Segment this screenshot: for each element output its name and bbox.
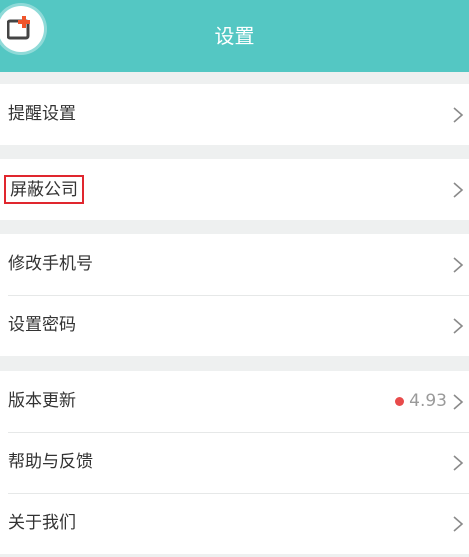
settings-item-label: 设置密码 bbox=[8, 315, 76, 335]
settings-item-block-company[interactable]: 屏蔽公司 bbox=[0, 159, 469, 220]
chevron-right-icon bbox=[453, 107, 464, 123]
settings-item-label: 屏蔽公司 bbox=[4, 175, 84, 204]
settings-item-help-feedback[interactable]: 帮助与反馈 bbox=[0, 432, 469, 493]
chevron-right-icon bbox=[453, 257, 464, 273]
version-number: 4.93 bbox=[409, 391, 447, 411]
settings-item-label: 修改手机号 bbox=[8, 254, 93, 274]
settings-item-reminder[interactable]: 提醒设置 bbox=[0, 84, 469, 145]
settings-item-set-password[interactable]: 设置密码 bbox=[0, 295, 469, 356]
page-title: 设置 bbox=[214, 24, 255, 48]
settings-group-about: 版本更新 4.93 帮助与反馈 关于我们 bbox=[0, 371, 469, 554]
settings-item-label: 版本更新 bbox=[8, 391, 76, 411]
settings-item-label: 提醒设置 bbox=[8, 104, 76, 124]
settings-item-label: 关于我们 bbox=[8, 513, 76, 533]
settings-item-change-phone[interactable]: 修改手机号 bbox=[0, 234, 469, 295]
chevron-right-icon bbox=[453, 455, 464, 471]
chevron-right-icon bbox=[453, 516, 464, 532]
update-badge-dot bbox=[395, 397, 404, 406]
settings-group-reminder: 提醒设置 bbox=[0, 84, 469, 145]
header-bar: 设置 bbox=[0, 0, 469, 72]
chevron-right-icon bbox=[453, 182, 464, 198]
chevron-right-icon bbox=[453, 394, 464, 410]
settings-item-about-us[interactable]: 关于我们 bbox=[0, 493, 469, 554]
settings-group-block: 屏蔽公司 bbox=[0, 159, 469, 220]
settings-item-version-update[interactable]: 版本更新 4.93 bbox=[0, 371, 469, 432]
settings-group-account: 修改手机号 设置密码 bbox=[0, 234, 469, 356]
settings-page: 设置 提醒设置 屏蔽公司 修改手机号 设置密码 版本更新 4.93 帮助与反馈 … bbox=[0, 0, 469, 557]
chevron-right-icon bbox=[453, 318, 464, 334]
settings-item-label: 帮助与反馈 bbox=[8, 452, 93, 472]
